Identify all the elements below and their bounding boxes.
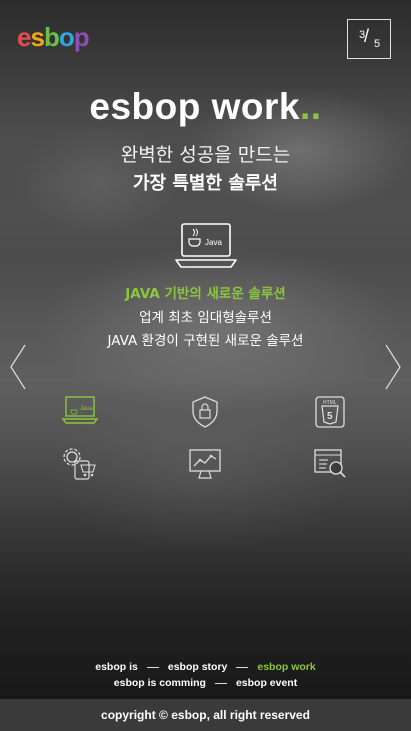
footer-nav-row-2: esbop is comming esbop event <box>0 677 411 689</box>
footer-link-esbop-is[interactable]: esbop is <box>95 661 138 673</box>
footer-link-esbop-story[interactable]: esbop story <box>168 661 228 673</box>
hero-icon-label: Java <box>205 238 222 247</box>
document-search-icon[interactable] <box>312 447 348 481</box>
chart-monitor-icon[interactable] <box>187 447 223 481</box>
logo-letter: e <box>17 22 32 52</box>
prev-arrow-icon[interactable] <box>9 344 27 390</box>
subtitle-1: 완벽한 성공을 만드는 <box>120 144 291 166</box>
pager-slash: / <box>364 26 370 46</box>
security-shield-icon[interactable] <box>187 395 223 429</box>
logo-letter: s <box>30 22 45 52</box>
next-arrow-icon[interactable] <box>384 344 402 390</box>
copyright-bar: copyright © esbop, all right reserved <box>0 699 411 731</box>
java-icon-label: Java <box>80 406 93 412</box>
title-text: esbop work <box>89 86 301 127</box>
feature-line-1: 업계 최초 임대형솔루션 <box>139 310 272 326</box>
java-laptop-icon: Java <box>175 223 237 268</box>
footer-link-esbop-event[interactable]: esbop event <box>236 677 297 689</box>
logo-letter: p <box>73 22 90 52</box>
title-dots: .. <box>300 86 322 127</box>
nav-separator <box>236 666 249 668</box>
subtitle-2: 가장 특별한 솔루션 <box>132 173 278 194</box>
logo-letter: o <box>58 22 75 52</box>
footer-link-esbop-is-comming[interactable]: esbop is comming <box>114 677 206 689</box>
esbop-logo[interactable]: esbop <box>17 22 90 53</box>
java-laptop-icon[interactable]: Java <box>62 394 98 428</box>
logo-letter: b <box>43 22 60 52</box>
slide-pager: 3 / 5 <box>347 19 391 59</box>
html5-icon[interactable]: HTML 5 <box>312 395 348 429</box>
footer-link-esbop-work[interactable]: esbop work <box>257 661 315 673</box>
html-icon-label: HTML <box>323 400 337 406</box>
nav-separator <box>214 682 227 684</box>
footer-nav-row-1: esbop is esbop story esbop work <box>0 661 411 673</box>
nav-separator <box>146 666 159 668</box>
feature-line-2: JAVA 환경이 구현된 새로운 솔루션 <box>107 333 304 349</box>
page-title: esbop work.. <box>0 86 411 128</box>
pager-total: 5 <box>374 38 381 50</box>
html5-badge: 5 <box>327 411 333 422</box>
feature-title: JAVA 기반의 새로운 솔루션 <box>125 286 286 302</box>
settings-cart-icon[interactable] <box>62 447 98 481</box>
